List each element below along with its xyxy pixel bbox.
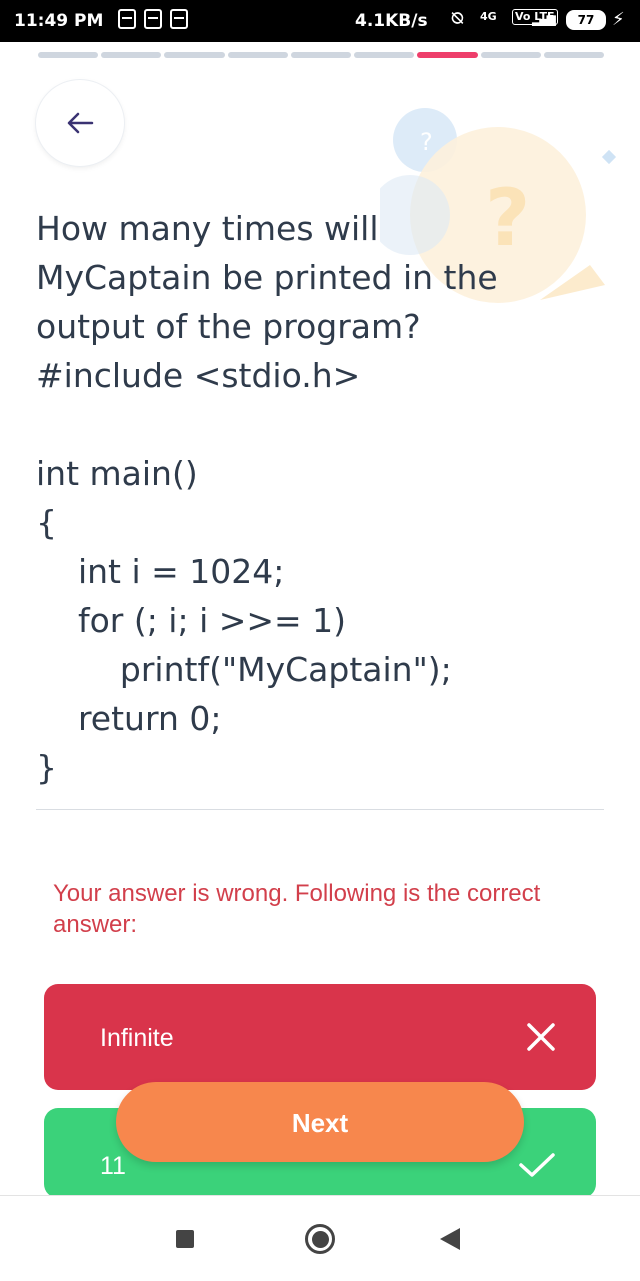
notification-icon bbox=[170, 9, 188, 29]
progress-segment bbox=[354, 52, 415, 58]
back-triangle-icon[interactable] bbox=[440, 1228, 460, 1250]
option-selected-wrong[interactable]: Infinite bbox=[44, 984, 596, 1090]
notification-icon bbox=[144, 9, 162, 29]
status-bar: 11:49 PM 4.1KB/s ⍉ 4G Vo LTE ▂▄▆ 77 ⚡ bbox=[0, 0, 640, 42]
recent-apps-icon[interactable] bbox=[176, 1230, 194, 1248]
charging-icon: ⚡ bbox=[612, 9, 625, 30]
progress-segment bbox=[164, 52, 225, 58]
progress-segment bbox=[227, 52, 288, 58]
notification-icons bbox=[118, 9, 188, 29]
progress-segment bbox=[480, 52, 541, 58]
progress-segment bbox=[290, 52, 352, 58]
option-label: Infinite bbox=[100, 1024, 174, 1052]
quiz-progress-bar bbox=[38, 52, 604, 60]
close-icon bbox=[527, 1023, 555, 1051]
progress-segment bbox=[417, 52, 478, 58]
signal-icon: ▂▄▆ bbox=[532, 12, 556, 26]
question-text: How many times will MyCaptain be printed… bbox=[36, 209, 498, 787]
svg-text:?: ? bbox=[420, 128, 433, 156]
arrow-left-icon bbox=[67, 112, 94, 134]
battery-icon: 77 bbox=[566, 10, 606, 30]
progress-segment bbox=[543, 52, 604, 58]
home-icon[interactable] bbox=[305, 1224, 335, 1254]
result-message: Your answer is wrong. Following is the c… bbox=[53, 880, 541, 938]
option-label: 11 bbox=[100, 1152, 126, 1180]
back-button[interactable] bbox=[36, 80, 124, 166]
alarm-off-icon: ⍉ bbox=[452, 8, 463, 29]
divider bbox=[36, 809, 604, 810]
next-button[interactable]: Next bbox=[116, 1082, 524, 1162]
progress-segment bbox=[101, 52, 162, 58]
network-type-label: 4G bbox=[480, 10, 497, 23]
status-time: 11:49 PM bbox=[14, 11, 104, 31]
system-navigation-bar bbox=[0, 1195, 640, 1281]
network-speed: 4.1KB/s bbox=[355, 11, 428, 31]
notification-icon bbox=[118, 9, 136, 29]
progress-segment bbox=[38, 52, 99, 58]
check-icon bbox=[519, 1153, 555, 1177]
